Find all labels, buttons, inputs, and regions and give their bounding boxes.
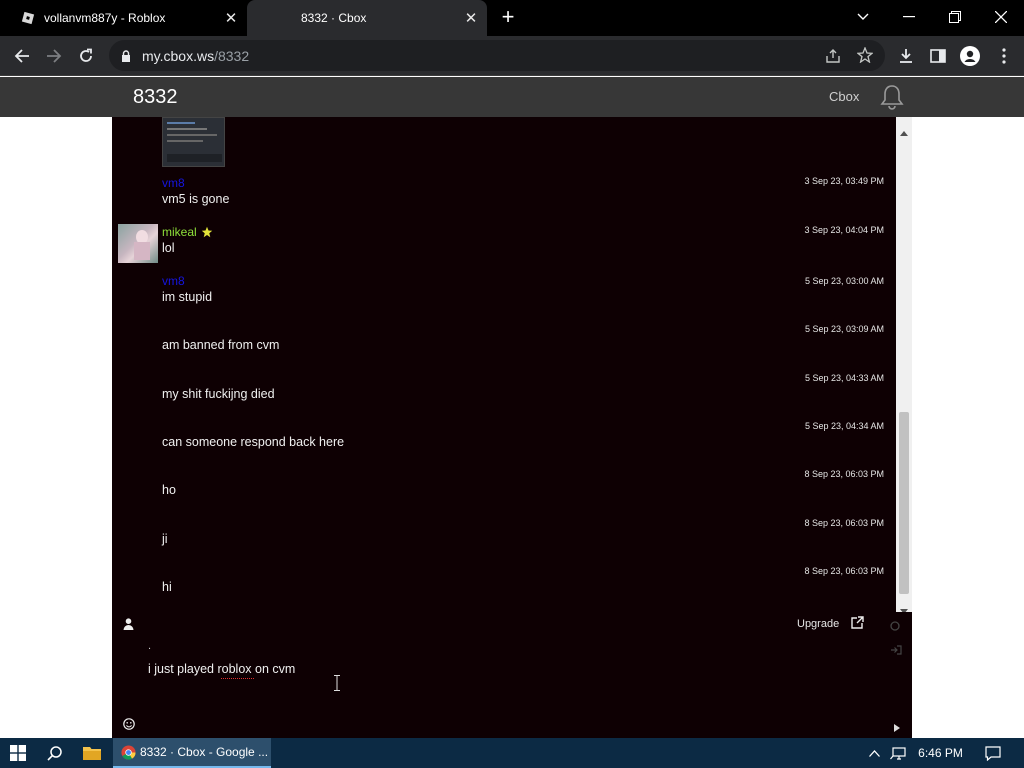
message-row: ji 8 Sep 23, 06:03 PM <box>112 514 896 558</box>
system-clock[interactable]: 6:46 PM <box>913 738 968 768</box>
url-host: my.cbox.ws <box>142 48 215 64</box>
window-close-button[interactable] <box>978 0 1024 34</box>
message-row: vm8 im stupid 5 Sep 23, 03:00 AM <box>112 272 896 316</box>
external-link-icon[interactable] <box>851 616 864 634</box>
message-row: my shit fuckijng died 5 Sep 23, 04:33 AM <box>112 369 896 413</box>
message-timestamp: 3 Sep 23, 03:49 PM <box>804 176 884 186</box>
message-author[interactable]: vm8 <box>162 274 185 288</box>
tab-close-icon[interactable]: ✕ <box>223 10 239 27</box>
message-text: am banned from cvm <box>162 338 280 352</box>
scrollbar-thumb[interactable] <box>899 412 909 594</box>
roblox-favicon-icon <box>20 10 36 26</box>
emoji-smiley-icon[interactable] <box>123 717 135 735</box>
sign-in-icon[interactable] <box>890 642 902 660</box>
windows-start-icon[interactable] <box>0 738 36 768</box>
reload-icon[interactable] <box>70 40 102 72</box>
message-timestamp: 5 Sep 23, 03:09 AM <box>804 324 884 334</box>
url-text: my.cbox.ws/8332 <box>142 48 249 64</box>
star-badge-icon <box>201 225 213 243</box>
upgrade-link[interactable]: Upgrade <box>797 618 839 630</box>
tray-chevron-up-icon[interactable] <box>864 738 884 768</box>
new-tab-button[interactable]: + <box>496 6 520 29</box>
tab-title: vollanvm887y - Roblox <box>44 11 166 25</box>
side-panel-icon[interactable] <box>922 40 954 72</box>
message-row: am banned from cvm 5 Sep 23, 03:09 AM <box>112 320 896 364</box>
status-circle-icon[interactable] <box>890 618 900 636</box>
forward-arrow-icon[interactable] <box>38 40 70 72</box>
back-arrow-icon[interactable] <box>6 40 38 72</box>
network-icon[interactable] <box>887 738 909 768</box>
cbox-link[interactable]: Cbox <box>829 89 859 104</box>
windows-taskbar: 8332 · Cbox - Google ... 6:46 PM <box>0 738 1024 768</box>
user-icon[interactable] <box>123 617 134 635</box>
message-row: vm8 vm5 is gone 3 Sep 23, 03:49 PM <box>112 174 896 218</box>
message-timestamp: 8 Sep 23, 06:03 PM <box>804 469 884 479</box>
cbox-header: 8332 Cbox <box>0 77 1024 117</box>
chat-input-panel: Upgrade . i just played roblox on cvm <box>112 612 912 738</box>
url-path: /8332 <box>214 48 250 64</box>
message-author[interactable]: vm8 <box>162 176 185 190</box>
lock-icon[interactable] <box>121 49 131 67</box>
share-icon[interactable] <box>825 48 841 69</box>
browser-toolbar: my.cbox.ws/8332 <box>0 36 1024 76</box>
search-icon[interactable] <box>38 738 72 768</box>
restore-button[interactable] <box>932 0 978 34</box>
message-text: im stupid <box>162 290 213 304</box>
message-timestamp: 8 Sep 23, 06:03 PM <box>804 518 884 528</box>
tab-cbox[interactable]: 8332 · Cbox ✕ <box>247 0 487 36</box>
message-timestamp: 3 Sep 23, 04:04 PM <box>804 225 884 235</box>
message-timestamp: 5 Sep 23, 03:00 AM <box>804 276 884 286</box>
chat-scrollbar[interactable] <box>896 117 912 614</box>
message-input[interactable]: i just played roblox on cvm <box>148 662 295 676</box>
chrome-icon <box>121 744 136 760</box>
tab-title: 8332 · Cbox <box>301 11 367 25</box>
kebab-menu-icon[interactable] <box>988 40 1020 72</box>
notification-center-icon[interactable] <box>978 738 1008 768</box>
message-text: can someone respond back here <box>162 435 345 449</box>
address-bar[interactable]: my.cbox.ws/8332 <box>109 40 885 71</box>
taskbar-chrome-app[interactable]: 8332 · Cbox - Google ... <box>113 738 271 768</box>
message-text: ji <box>162 532 168 546</box>
message-timestamp: 5 Sep 23, 04:34 AM <box>804 421 884 431</box>
file-explorer-icon[interactable] <box>75 738 109 768</box>
avatar[interactable] <box>118 224 158 263</box>
message-row: can someone respond back here 5 Sep 23, … <box>112 417 896 461</box>
spellcheck-underline <box>221 678 254 679</box>
message-row: ho 8 Sep 23, 06:03 PM <box>112 465 896 509</box>
profile-avatar-icon[interactable] <box>954 40 986 72</box>
tab-search-chevron-icon[interactable] <box>840 0 886 34</box>
scroll-up-arrow-icon[interactable] <box>900 123 908 141</box>
name-field[interactable]: . <box>148 640 151 652</box>
tab-close-icon[interactable]: ✕ <box>463 10 479 27</box>
bell-icon[interactable] <box>880 84 904 115</box>
tab-roblox[interactable]: vollanvm887y - Roblox ✕ <box>0 0 247 36</box>
shared-image-thumbnail[interactable] <box>162 117 225 167</box>
message-text: lol <box>162 241 175 255</box>
message-row: hi 8 Sep 23, 06:03 PM <box>112 562 896 606</box>
tab-strip: vollanvm887y - Roblox ✕ 8332 · Cbox ✕ + <box>0 0 1024 36</box>
tab-favicon-placeholder <box>267 10 283 26</box>
chat-message-list: vm8 vm5 is gone 3 Sep 23, 03:49 PM mikea… <box>112 117 896 612</box>
bookmark-star-icon[interactable] <box>856 46 874 68</box>
page-title: 8332 <box>133 86 178 108</box>
message-text: ho <box>162 483 176 497</box>
send-arrow-icon[interactable] <box>894 719 900 737</box>
download-icon[interactable] <box>890 40 922 72</box>
message-timestamp: 5 Sep 23, 04:33 AM <box>804 373 884 383</box>
message-text: hi <box>162 580 172 594</box>
taskbar-app-label: 8332 · Cbox - Google ... <box>140 745 269 759</box>
minimize-button[interactable] <box>886 0 932 34</box>
message-text: my shit fuckijng died <box>162 387 275 401</box>
message-timestamp: 8 Sep 23, 06:03 PM <box>804 566 884 576</box>
text-cursor-icon <box>334 675 340 696</box>
message-row: mikeal lol 3 Sep 23, 04:04 PM <box>112 223 896 267</box>
message-author[interactable]: mikeal <box>162 225 197 239</box>
message-text: vm5 is gone <box>162 192 230 206</box>
